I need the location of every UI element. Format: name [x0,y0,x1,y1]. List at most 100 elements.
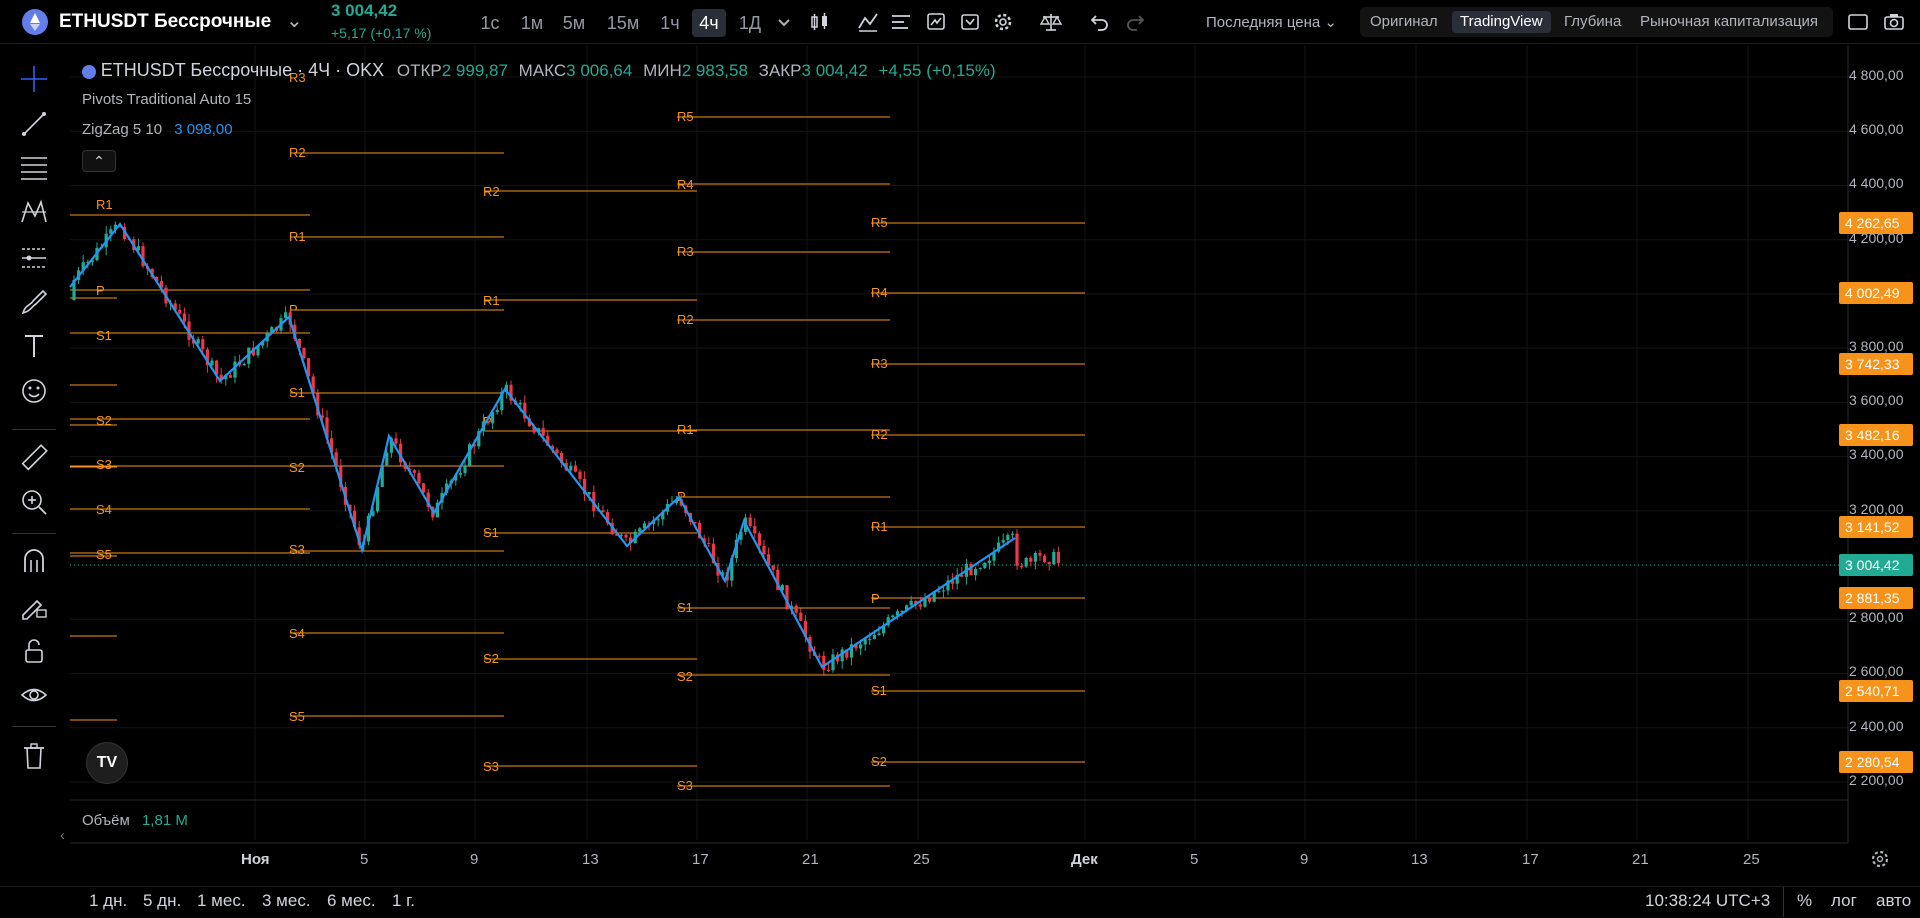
open-value: 2 999,87 [441,61,508,80]
chart-legend: ETHUSDT Бессрочные · 4Ч · OKX ОТКР2 999,… [82,60,996,81]
candle-body [394,438,398,444]
tv-logo-icon: TV [96,754,118,771]
eth-mini-icon [82,64,96,79]
pivot-label: S4 [96,502,112,517]
candle-body [1038,552,1042,556]
pivot-label: R1 [483,293,500,308]
range-1y[interactable]: 1 г. [392,891,415,911]
range-1d[interactable]: 1 дн. [89,891,127,911]
candle-body [762,545,766,555]
candle-body [1015,533,1019,566]
candle-body [877,633,881,635]
price-tag: 3 742,33 [1839,353,1913,375]
open-label: ОТКР [396,61,442,80]
price-axis-label: 4 600,00 [1849,121,1904,137]
date-axis-label: 9 [1300,851,1309,868]
candle-body [978,567,982,569]
zigzag-label: ZigZag 5 10 [82,121,163,138]
high-label: МАКС [518,61,567,80]
pivot-label: R4 [677,177,694,192]
candle-body [601,510,605,513]
candle-body [638,528,642,532]
pivot-label: R5 [677,109,694,124]
date-axis-label: 25 [1743,851,1760,868]
pivot-label: S2 [677,669,693,684]
indicator-zigzag[interactable]: ZigZag 5 10 3 098,00 [82,121,233,138]
pivot-label: S1 [289,385,305,400]
pivot-label: S1 [677,600,693,615]
candle-body [302,347,306,359]
candle-body [178,309,182,314]
range-1m[interactable]: 1 мес. [197,891,246,911]
candle-body [1047,562,1051,565]
date-axis-label: 5 [1190,851,1199,868]
clock[interactable]: 10:38:24 UTC+3 [1645,891,1770,911]
pivot-label: S2 [289,460,305,475]
date-axis-label: 5 [360,851,369,868]
pivot-label: R3 [871,356,888,371]
pivot-label: R1 [871,519,888,534]
legend-title[interactable]: ETHUSDT Бессрочные · 4Ч · OKX [101,60,384,80]
price-axis-label: 3 400,00 [1849,446,1904,462]
pivot-label: S1 [483,525,499,540]
pivot-label: P [96,283,105,298]
candle-body [412,470,416,473]
candle-body [587,492,591,495]
range-3m[interactable]: 3 мес. [262,891,311,911]
candle-body [872,634,876,640]
date-axis-label: 13 [1411,851,1428,868]
price-chart[interactable]: R1PS1S2S3S4S5R3R2R1PS1S2S3S4S5R2R1PS1S2S… [0,0,1920,918]
auto-scale-toggle[interactable]: авто [1876,891,1911,911]
price-tag: 2 540,71 [1839,680,1913,702]
candle-body [495,410,499,413]
pivot-label: R1 [289,229,306,244]
date-axis-label: 9 [470,851,479,868]
candle-body [624,534,628,538]
price-axis-label: 4 400,00 [1849,175,1904,191]
candle-body [1029,557,1033,562]
price-tag: 4 002,49 [1839,282,1913,304]
pivot-label: S3 [96,457,112,472]
log-scale-toggle[interactable]: лог [1831,891,1857,911]
collapse-legend-button[interactable]: ⌃ [82,150,116,172]
pivot-label: R2 [483,184,500,199]
percent-scale-toggle[interactable]: % [1797,891,1812,911]
pivot-label: S5 [96,547,112,562]
candle-body [753,526,757,534]
candle-body [182,313,186,322]
price-tag: 2 280,54 [1839,751,1913,773]
range-6m[interactable]: 6 мес. [327,891,376,911]
price-axis-label: 3 800,00 [1849,338,1904,354]
price-tag: 3 004,42 [1839,554,1913,576]
pivot-label: R2 [289,145,306,160]
low-value: 2 983,58 [681,61,748,80]
candle-body [941,590,945,592]
price-axis-label: 2 600,00 [1849,663,1904,679]
candle-body [555,449,559,453]
indicator-pivots[interactable]: Pivots Traditional Auto 15 [82,91,251,108]
candle-body [573,465,577,472]
candle-body [458,473,462,475]
candle-body [196,339,200,344]
candle-body [1010,533,1014,535]
pivot-label: S1 [96,328,112,343]
price-tag: 4 262,65 [1839,212,1913,234]
price-axis-label: 3 600,00 [1849,392,1904,408]
candle-body [656,519,660,521]
pivot-label: R1 [677,422,694,437]
candle-body [210,360,214,366]
candle-body [868,639,872,641]
range-5d[interactable]: 5 дн. [143,891,181,911]
chart-settings-icon[interactable] [1870,849,1890,874]
volume-label: Объём [82,812,130,829]
candle-body [974,568,978,576]
candle-body [578,471,582,479]
tradingview-logo[interactable]: TV [86,742,128,784]
candle-body [891,615,895,618]
pivot-label: S4 [289,626,305,641]
price-axis-label: 2 800,00 [1849,609,1904,625]
candle-body [983,562,987,568]
candle-body [817,655,821,657]
pivot-label: R2 [677,312,694,327]
pivot-label: S1 [871,683,887,698]
